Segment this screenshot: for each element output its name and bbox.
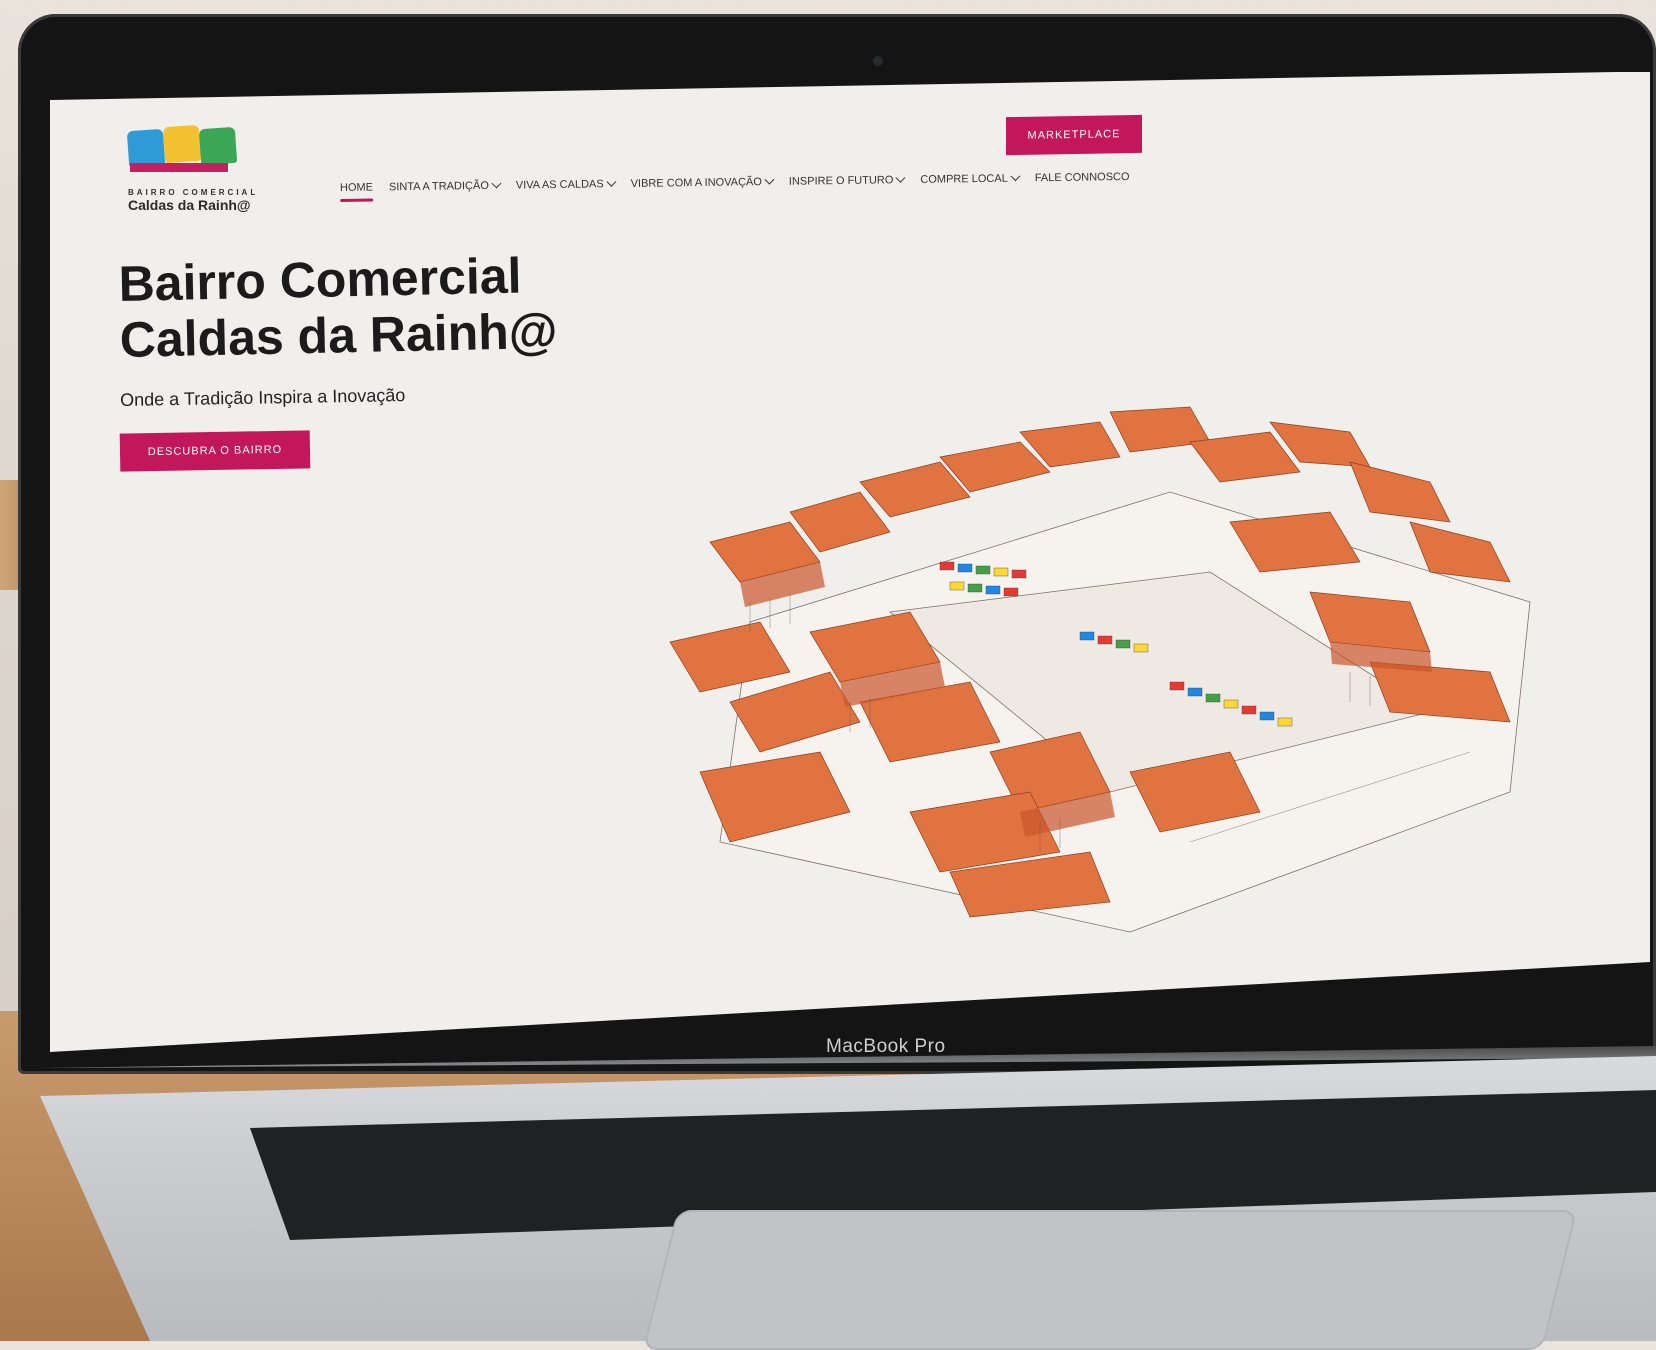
site-logo[interactable]: BAIRRO COMERCIAL Caldas da Rainh@ xyxy=(126,124,268,213)
nav-item-viva-as-caldas[interactable]: VIVA AS CALDAS xyxy=(515,176,617,192)
discover-button[interactable]: DESCUBRA O BAIRRO xyxy=(119,430,311,472)
logo-small-text: BAIRRO COMERCIAL xyxy=(128,188,259,197)
logo-name: Caldas da Rainh@ xyxy=(128,197,251,213)
nav-item-label: COMPRE LOCAL xyxy=(920,172,1008,186)
hero-title-line2: Caldas da Rainh@ xyxy=(119,302,558,368)
chevron-down-icon xyxy=(895,172,906,183)
hero-title: Bairro Comercial Caldas da Rainh@ xyxy=(118,244,680,368)
hero-subtitle: Onde a Tradição Inspira a Inovação xyxy=(120,385,406,410)
nav-item-label: SINTA A TRADIÇÃO xyxy=(388,179,489,194)
town-illustration xyxy=(669,406,1531,933)
nav-item-label: FALE CONNOSCO xyxy=(1034,170,1130,185)
website-screen: BAIRRO COMERCIAL Caldas da Rainh@ MARKET… xyxy=(50,72,1650,1052)
nav-item-compre-local[interactable]: COMPRE LOCAL xyxy=(920,170,1021,186)
chevron-down-icon xyxy=(1010,170,1021,181)
nav-item-sinta-a-tradi-o[interactable]: SINTA A TRADIÇÃO xyxy=(388,178,502,194)
nav-item-label: HOME xyxy=(339,181,374,194)
logo-blocks-icon xyxy=(126,124,268,178)
nav-item-inspire-o-futuro[interactable]: INSPIRE O FUTURO xyxy=(788,172,906,188)
trackpad xyxy=(642,1210,1578,1350)
nav-item-vibre-com-a-inova-o[interactable]: VIBRE COM A INOVAÇÃO xyxy=(630,174,775,190)
device-label: MacBook Pro xyxy=(826,1036,946,1057)
nav-item-label: INSPIRE O FUTURO xyxy=(788,174,894,188)
chevron-down-icon xyxy=(764,174,775,185)
nav-item-label: VIBRE COM A INOVAÇÃO xyxy=(630,176,762,190)
camera-icon xyxy=(873,56,883,66)
marketplace-button[interactable]: MARKETPLACE xyxy=(1006,114,1142,156)
chevron-down-icon xyxy=(491,178,502,188)
nav-item-label: VIVA AS CALDAS xyxy=(515,178,604,192)
chevron-down-icon xyxy=(606,176,617,187)
nav-item-home[interactable]: HOME xyxy=(340,182,373,194)
nav-item-fale-connosco[interactable]: FALE CONNOSCO xyxy=(1035,171,1130,184)
main-nav: HOME SINTA A TRADIÇÃO VIVA AS CALDAS VIBRE … xyxy=(340,170,1130,194)
